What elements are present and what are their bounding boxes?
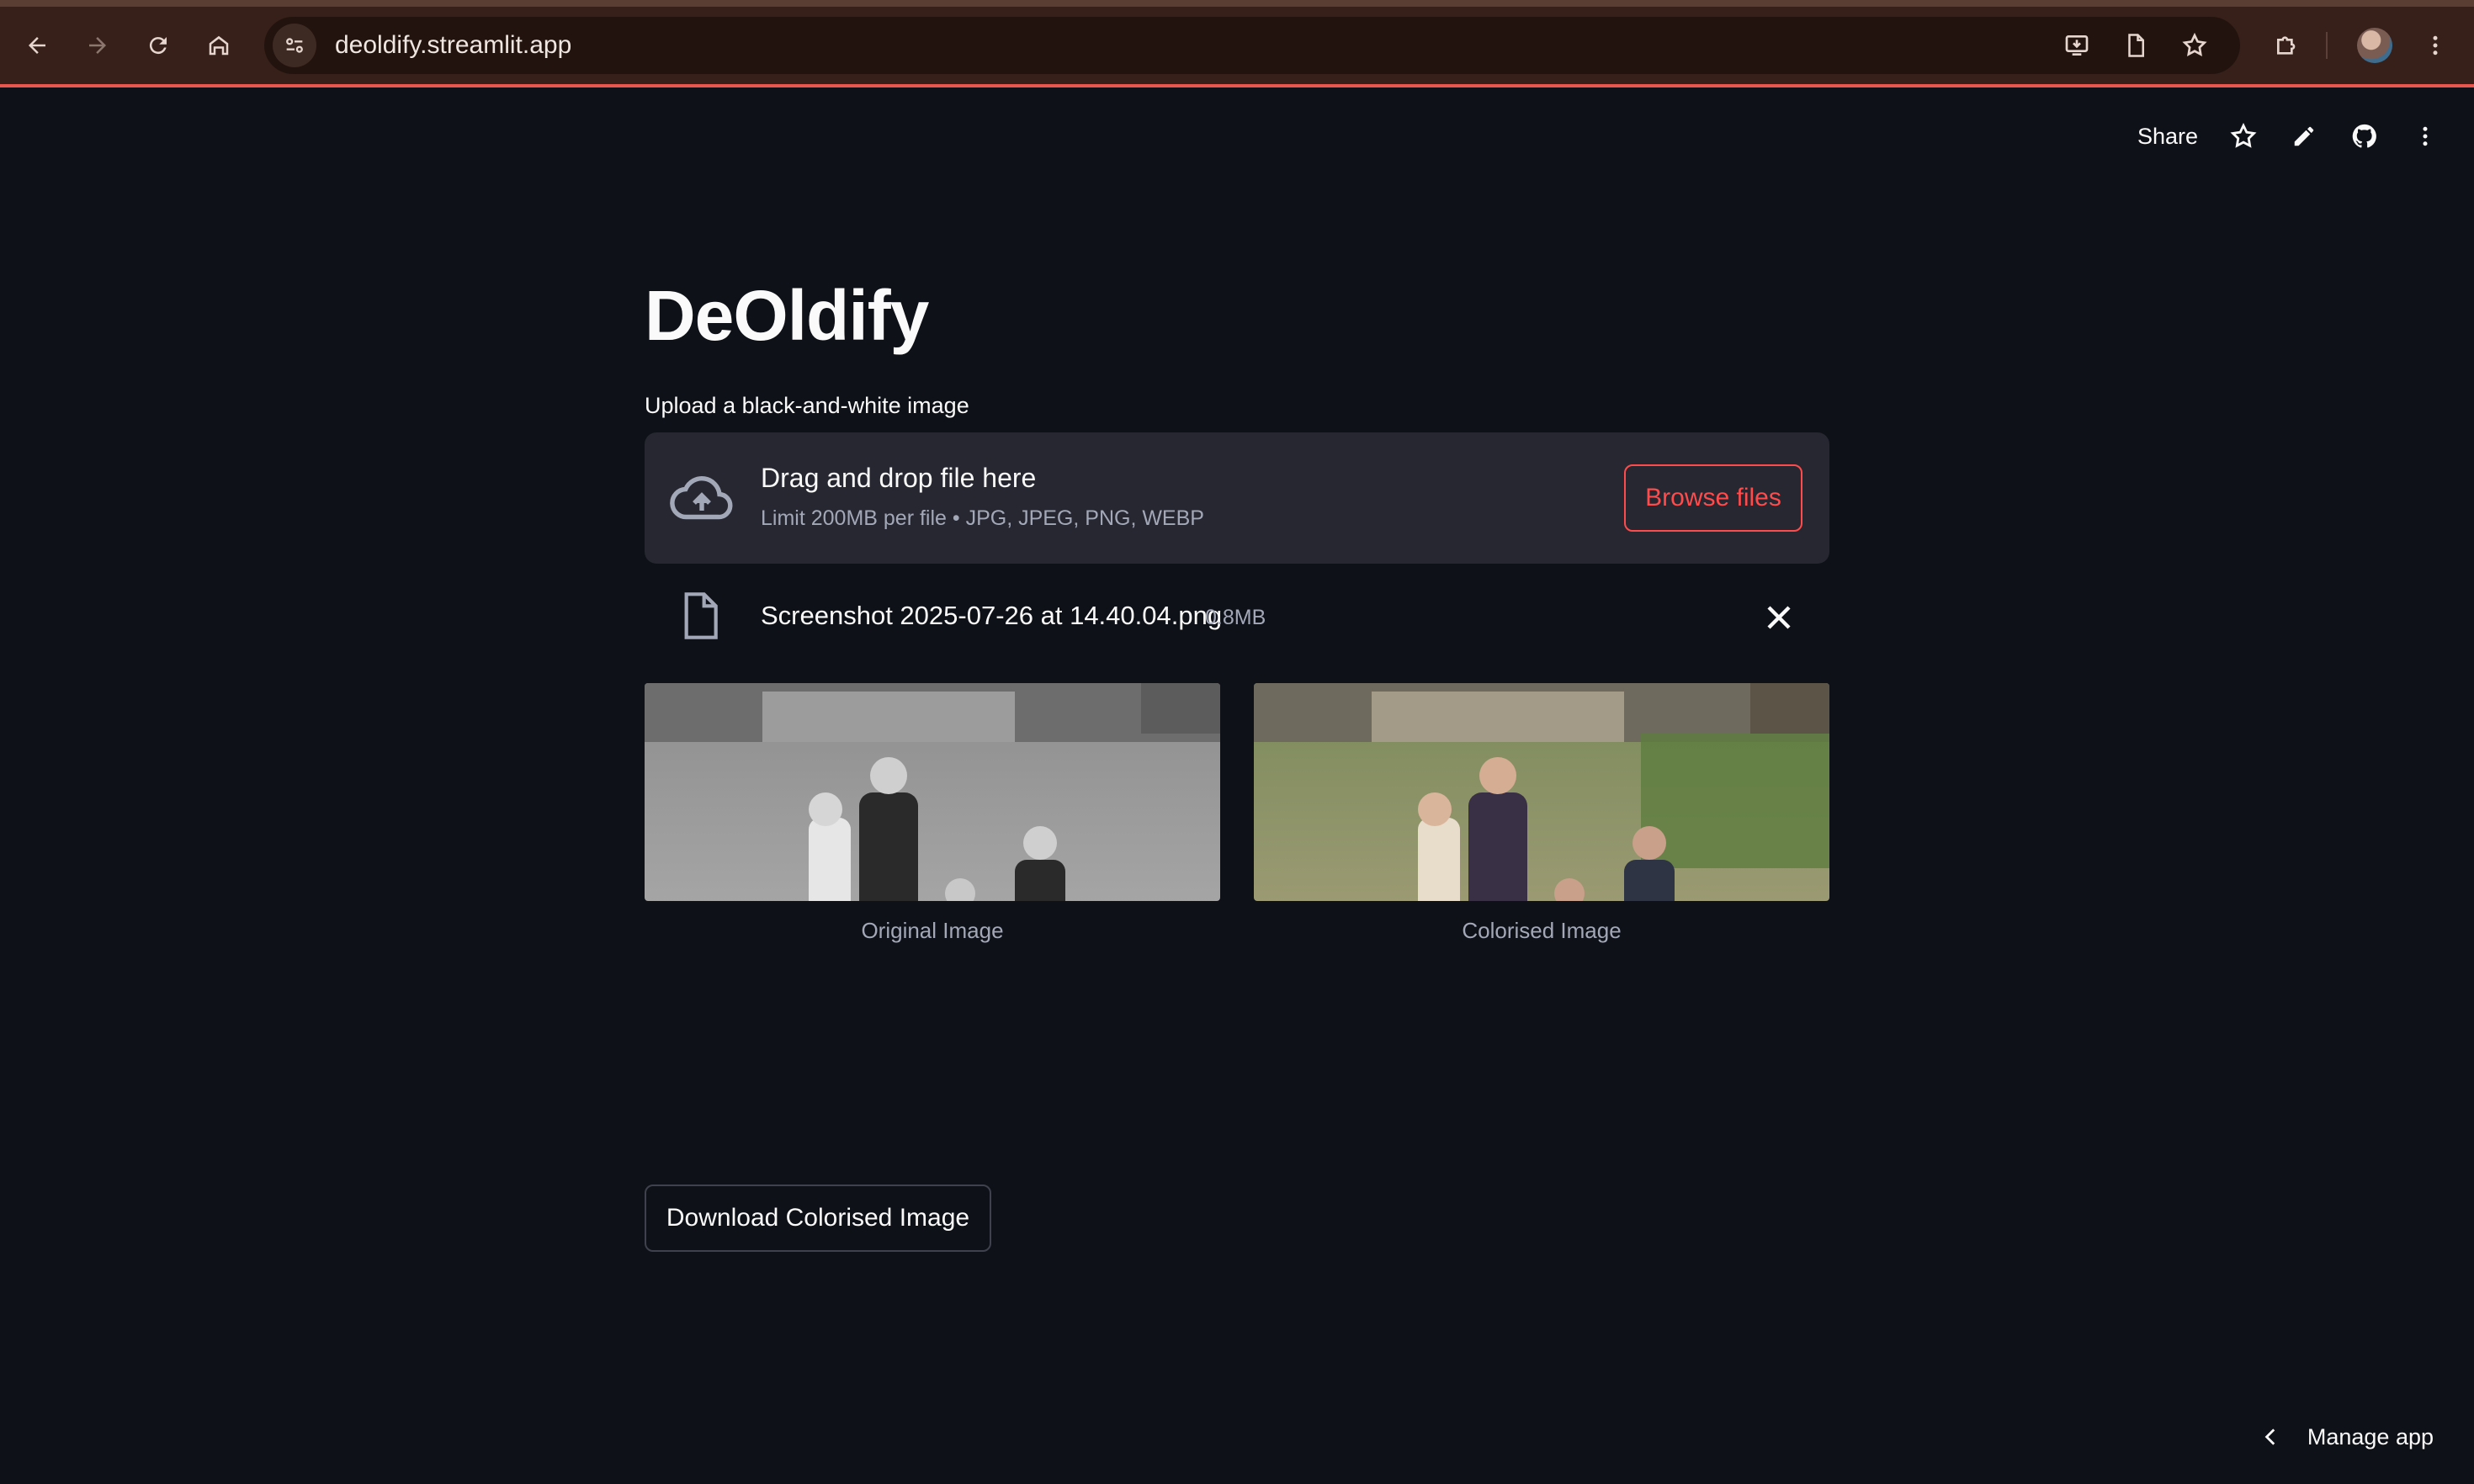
original-image-caption: Original Image [861,918,1004,943]
star-outline-icon [2182,32,2207,56]
file-size: 0.8MB [1205,606,1266,629]
edit-button[interactable] [2286,118,2323,155]
colorised-image-caption: Colorised Image [1462,918,1622,943]
manage-app-label: Manage app [2307,1423,2434,1450]
pencil-icon [2294,126,2314,146]
browser-toolbar: deoldify.streamlit.app [0,0,2474,87]
github-button[interactable] [2346,118,2383,155]
url-text: deoldify.streamlit.app [335,31,572,59]
file-icon [684,592,718,639]
arrow-left-icon [29,37,45,54]
chrome-menu-button[interactable] [2415,22,2455,69]
browse-files-button[interactable]: Browse files [1624,464,1802,532]
colorised-image [1254,683,1829,901]
toolbar-divider [2326,32,2328,59]
home-button[interactable] [197,24,241,67]
home-icon [209,35,229,56]
share-button[interactable]: Share [2137,124,2198,150]
install-icon [2065,35,2089,56]
file-dropzone[interactable]: Drag and drop file here Limit 200MB per … [645,432,1829,564]
puzzle-icon [2277,36,2296,55]
tune-icon [286,38,303,53]
site-info-button[interactable] [273,24,316,67]
tab-strip [0,0,2474,7]
dropzone-limit-text: Limit 200MB per file • JPG, JPEG, PNG, W… [761,506,1204,530]
arrow-right-icon [89,37,106,54]
reload-icon [149,37,167,55]
cloud-upload-icon [670,476,733,520]
uploader-label: Upload a black-and-white image [645,393,969,418]
images-row: Original Image Colorised Image [645,683,1829,944]
manage-app-button[interactable]: Manage app [2260,1413,2434,1460]
bookmark-button[interactable] [2173,24,2217,67]
close-icon[interactable] [1759,597,1799,638]
profile-button[interactable] [2351,22,2398,69]
install-app-button[interactable] [2055,24,2099,67]
github-icon [2352,124,2376,148]
download-colorised-button[interactable]: Download Colorised Image [645,1185,991,1252]
streamlit-toolbar: Share [2137,116,2444,156]
chevron-left-icon [2264,1428,2275,1445]
uploaded-file-row: Screenshot 2025-07-26 at 14.40.04.png 0.… [645,579,1829,656]
reload-button[interactable] [136,24,180,67]
reading-mode-button[interactable] [2114,24,2158,67]
original-image [645,683,1220,901]
back-button[interactable] [15,24,59,67]
file-name: Screenshot 2025-07-26 at 14.40.04.png [761,601,1223,630]
page-title: DeOldify [645,276,929,355]
colorised-image-column: Colorised Image [1254,683,1829,944]
extensions-button[interactable] [2264,22,2311,69]
forward-button[interactable] [76,24,119,67]
star-outline-icon [2230,122,2257,148]
kebab-menu-icon [2423,126,2428,146]
main-content: DeOldify Upload a black-and-white image … [645,269,1829,944]
document-icon [2128,34,2144,57]
address-bar[interactable]: deoldify.streamlit.app [264,17,2240,74]
avatar [2357,28,2392,63]
dropzone-title: Drag and drop file here [761,463,1037,493]
favorite-button[interactable] [2225,118,2262,155]
original-image-column: Original Image [645,683,1220,944]
kebab-menu-icon [2433,35,2438,56]
app-menu-button[interactable] [2407,118,2444,155]
